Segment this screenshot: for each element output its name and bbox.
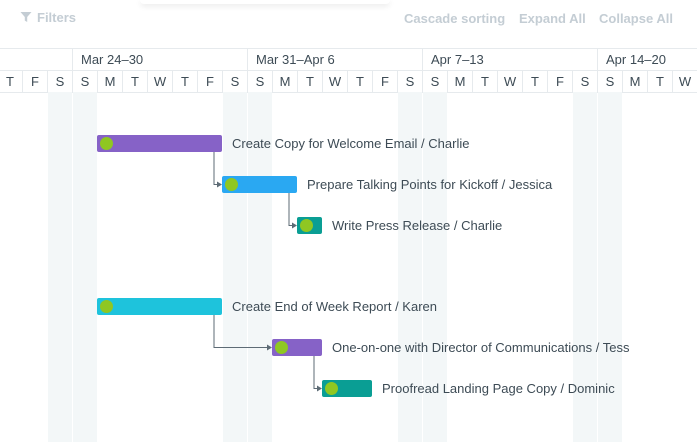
day-header: T (0, 71, 22, 92)
day-header: F (197, 71, 222, 92)
gantt-view: Filters Cascade sorting Expand All Colla… (0, 0, 697, 442)
day-header: T (522, 71, 547, 92)
task-bar[interactable] (97, 135, 222, 152)
day-header: F (547, 71, 572, 92)
day-header: M (97, 71, 122, 92)
week-header-2: Mar 31–Apr 6 (247, 49, 423, 70)
dependency-line (288, 193, 296, 226)
day-header: T (472, 71, 497, 92)
day-row: TFSSMTWTFSSMTWTFSSMTWTFSSMTW (0, 71, 697, 92)
day-header: T (347, 71, 372, 92)
day-header: W (672, 71, 697, 92)
day-header: S (572, 71, 597, 92)
day-header: M (622, 71, 647, 92)
week-label: Mar 31–Apr 6 (256, 52, 335, 67)
cascade-sorting-button[interactable]: Cascade sorting (404, 11, 505, 26)
day-header: S (72, 71, 97, 92)
task-bar[interactable] (322, 380, 372, 397)
week-label: Apr 14–20 (606, 52, 666, 67)
dependency-handle-icon[interactable] (225, 178, 238, 191)
day-header: F (372, 71, 397, 92)
task-bar[interactable] (222, 176, 297, 193)
top-panel-shadow (140, 0, 390, 4)
dependency-handle-icon[interactable] (100, 137, 113, 150)
day-header: S (47, 71, 72, 92)
filters-label: Filters (37, 9, 77, 25)
dependency-handle-icon[interactable] (275, 341, 288, 354)
day-header: S (247, 71, 272, 92)
gantt-chart-area: Create Copy for Welcome Email / Charlie P… (0, 92, 697, 442)
day-header: F (22, 71, 47, 92)
day-header: W (322, 71, 347, 92)
task-label[interactable]: Create End of Week Report / Karen (232, 298, 437, 315)
day-header: S (422, 71, 447, 92)
task-label[interactable]: Create Copy for Welcome Email / Charlie (232, 135, 469, 152)
expand-all-button[interactable]: Expand All (519, 11, 586, 26)
week-label: Apr 7–13 (431, 52, 484, 67)
day-header: T (122, 71, 147, 92)
day-header: M (447, 71, 472, 92)
filter-icon (20, 12, 32, 22)
week-header-4: Apr 14–20 (597, 49, 697, 70)
task-label[interactable]: One-on-one with Director of Communicatio… (332, 339, 629, 356)
day-header: W (497, 71, 522, 92)
dependency-line (213, 315, 271, 348)
week-label: Mar 24–30 (81, 52, 144, 67)
task-label[interactable]: Write Press Release / Charlie (332, 217, 502, 234)
task-bar[interactable] (297, 217, 322, 234)
task-label[interactable]: Proofread Landing Page Copy / Dominic (382, 380, 615, 397)
day-header: W (147, 71, 172, 92)
dependency-handle-icon[interactable] (300, 219, 313, 232)
day-header: S (222, 71, 247, 92)
dependency-handle-icon[interactable] (325, 382, 338, 395)
dependency-handle-icon[interactable] (100, 300, 113, 313)
task-label[interactable]: Prepare Talking Points for Kickoff / Jes… (307, 176, 552, 193)
filters-button[interactable]: Filters (20, 8, 76, 26)
collapse-all-button[interactable]: Collapse All (599, 11, 673, 26)
week-header-1: Mar 24–30 (72, 49, 248, 70)
day-header: M (272, 71, 297, 92)
day-header: T (297, 71, 322, 92)
day-header: S (597, 71, 622, 92)
day-header: T (172, 71, 197, 92)
day-header: S (397, 71, 422, 92)
timeline-header: Mar 24–30 Mar 31–Apr 6 Apr 7–13 Apr 14–20 T… (0, 48, 697, 93)
task-bar[interactable] (272, 339, 322, 356)
week-row: Mar 24–30 Mar 31–Apr 6 Apr 7–13 Apr 14–20 (0, 49, 697, 71)
dependency-line (313, 356, 321, 389)
day-header: T (647, 71, 672, 92)
dependency-line (213, 152, 221, 185)
toolbar: Filters Cascade sorting Expand All Colla… (0, 0, 697, 40)
week-header-3: Apr 7–13 (422, 49, 598, 70)
task-bar[interactable] (97, 298, 222, 315)
